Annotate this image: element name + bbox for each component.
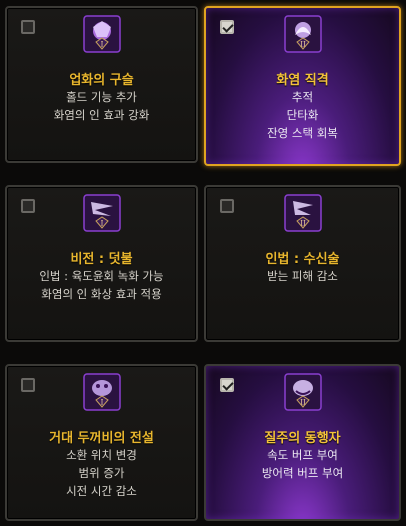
tripod-description: 소환 위치 변경 범위 증가 시전 시간 감소 (7, 446, 196, 500)
tripod-title: 인법 : 수신술 (265, 252, 340, 267)
svg-text:II: II (300, 220, 306, 228)
tripod-description-line: 받는 피해 감소 (267, 269, 338, 283)
tripod-description-line: 추적 (291, 90, 314, 104)
tripod-description-line: 화염의 인 화상 효과 적용 (41, 287, 162, 301)
skill-tripod-icon: I (82, 373, 121, 411)
tripod-card-3[interactable]: I 비전 : 덧불 인법 : 육도윤회 녹화 가능 화염의 인 화상 효과 적용 (5, 185, 198, 342)
tripod-description-line: 화염의 인 효과 강화 (53, 108, 150, 122)
tripod-checkbox-2[interactable] (220, 20, 234, 34)
tripod-description: 홀드 기능 추가 화염의 인 효과 강화 (7, 88, 196, 124)
tripod-checkbox-4[interactable] (220, 199, 234, 213)
tripod-card-5[interactable]: I 거대 두꺼비의 전설 소환 위치 변경 범위 증가 시전 시간 감소 (5, 364, 198, 521)
tripod-title: 거대 두꺼비의 전설 (49, 431, 154, 446)
svg-text:II: II (300, 399, 306, 407)
tripod-title: 비전 : 덧불 (70, 252, 133, 267)
tripod-title: 업화의 구슬 (69, 73, 134, 88)
tripod-description-line: 인법 : 육도윤회 녹화 가능 (39, 269, 164, 283)
svg-text:I: I (100, 41, 103, 49)
tripod-card-2[interactable]: II 화염 직격 추적 단타화 잔영 스택 회복 (204, 6, 401, 166)
tripod-checkbox-1[interactable] (21, 20, 35, 34)
svg-text:I: I (100, 399, 103, 407)
tripod-description-line: 속도 버프 부여 (267, 448, 338, 462)
tripod-card-6[interactable]: II 질주의 동행자 속도 버프 부여 방어력 버프 부여 (204, 364, 401, 521)
skill-tripod-icon: II (283, 373, 322, 411)
tripod-card-4[interactable]: II 인법 : 수신술 받는 피해 감소 (204, 185, 401, 342)
tripod-description: 추적 단타화 잔영 스택 회복 (206, 88, 399, 142)
tripod-checkbox-6[interactable] (220, 378, 234, 392)
tripod-description: 인법 : 육도윤회 녹화 가능 화염의 인 화상 효과 적용 (7, 267, 196, 303)
tripod-description-line: 소환 위치 변경 (66, 448, 137, 462)
tripod-title: 질주의 동행자 (264, 431, 341, 446)
tripod-checkbox-5[interactable] (21, 378, 35, 392)
svg-text:I: I (100, 220, 103, 228)
tripod-description: 받는 피해 감소 (206, 267, 399, 285)
tripod-description-line: 홀드 기능 추가 (66, 90, 137, 104)
tripod-description: 속도 버프 부여 방어력 버프 부여 (206, 446, 399, 482)
tripod-checkbox-3[interactable] (21, 199, 35, 213)
tripod-description-line: 단타화 (286, 108, 319, 122)
skill-tripod-icon: I (82, 194, 121, 232)
skill-tripod-icon: II (283, 194, 322, 232)
skill-tripod-icon: II (283, 15, 322, 53)
tripod-description-line: 범위 증가 (78, 466, 125, 480)
tripod-title: 화염 직격 (276, 73, 329, 88)
tripod-description-line: 잔영 스택 회복 (267, 126, 338, 140)
tripod-card-1[interactable]: I 업화의 구슬 홀드 기능 추가 화염의 인 효과 강화 (5, 6, 198, 163)
skill-tripod-icon: I (82, 15, 121, 53)
tripod-description-line: 방어력 버프 부여 (261, 466, 344, 480)
svg-text:II: II (300, 41, 306, 49)
tripod-description-line: 시전 시간 감소 (66, 484, 137, 498)
